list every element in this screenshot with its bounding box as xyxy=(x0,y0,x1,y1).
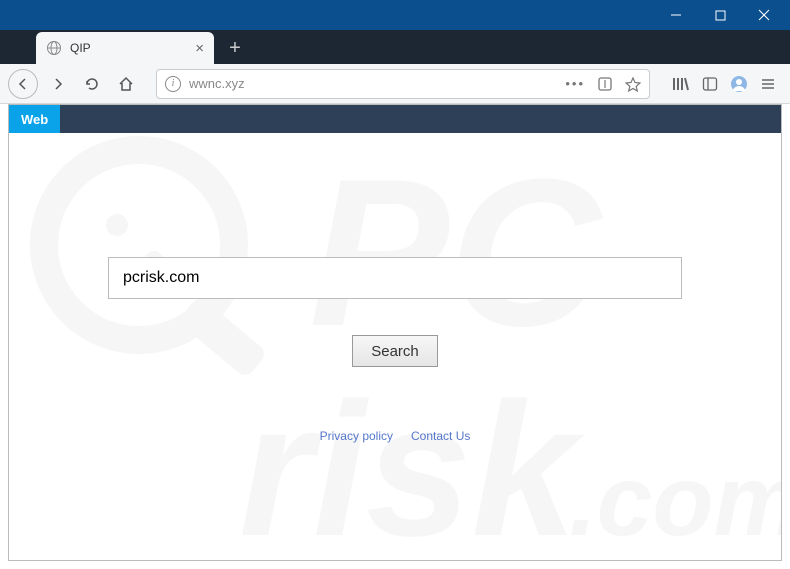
browser-tab[interactable]: QIP × xyxy=(36,32,214,64)
category-bar: Web xyxy=(9,105,781,133)
browser-toolbar: i wwnc.xyz ••• xyxy=(0,64,790,104)
search-button[interactable]: Search xyxy=(352,335,438,367)
window-titlebar xyxy=(0,0,790,30)
new-tab-button[interactable]: + xyxy=(222,35,248,61)
sidebar-icon[interactable] xyxy=(702,76,718,92)
library-icon[interactable] xyxy=(672,76,690,92)
home-button[interactable] xyxy=(112,70,140,98)
reload-button[interactable] xyxy=(78,70,106,98)
page-content: PC risk .com Web Search Privacy policy C… xyxy=(8,104,782,561)
url-text: wwnc.xyz xyxy=(189,76,245,91)
profile-icon[interactable] xyxy=(730,75,748,93)
close-tab-button[interactable]: × xyxy=(195,40,204,57)
web-category-tab[interactable]: Web xyxy=(9,105,60,133)
url-bar[interactable]: i wwnc.xyz ••• xyxy=(156,69,650,99)
bookmark-star-icon[interactable] xyxy=(625,76,641,92)
search-input[interactable] xyxy=(108,257,682,299)
contact-link[interactable]: Contact Us xyxy=(411,429,470,443)
reader-mode-icon[interactable] xyxy=(597,76,613,92)
back-button[interactable] xyxy=(8,69,38,99)
tab-strip: QIP × + xyxy=(0,30,790,64)
menu-icon[interactable] xyxy=(760,76,776,92)
more-actions-icon[interactable]: ••• xyxy=(565,76,585,91)
maximize-button[interactable] xyxy=(698,0,742,30)
svg-text:.com: .com xyxy=(569,445,781,557)
minimize-button[interactable] xyxy=(654,0,698,30)
site-info-icon[interactable]: i xyxy=(165,76,181,92)
globe-icon xyxy=(46,40,62,56)
privacy-link[interactable]: Privacy policy xyxy=(320,429,393,443)
forward-button[interactable] xyxy=(44,70,72,98)
tab-title: QIP xyxy=(70,41,91,55)
footer-links: Privacy policy Contact Us xyxy=(320,429,471,443)
close-window-button[interactable] xyxy=(742,0,786,30)
